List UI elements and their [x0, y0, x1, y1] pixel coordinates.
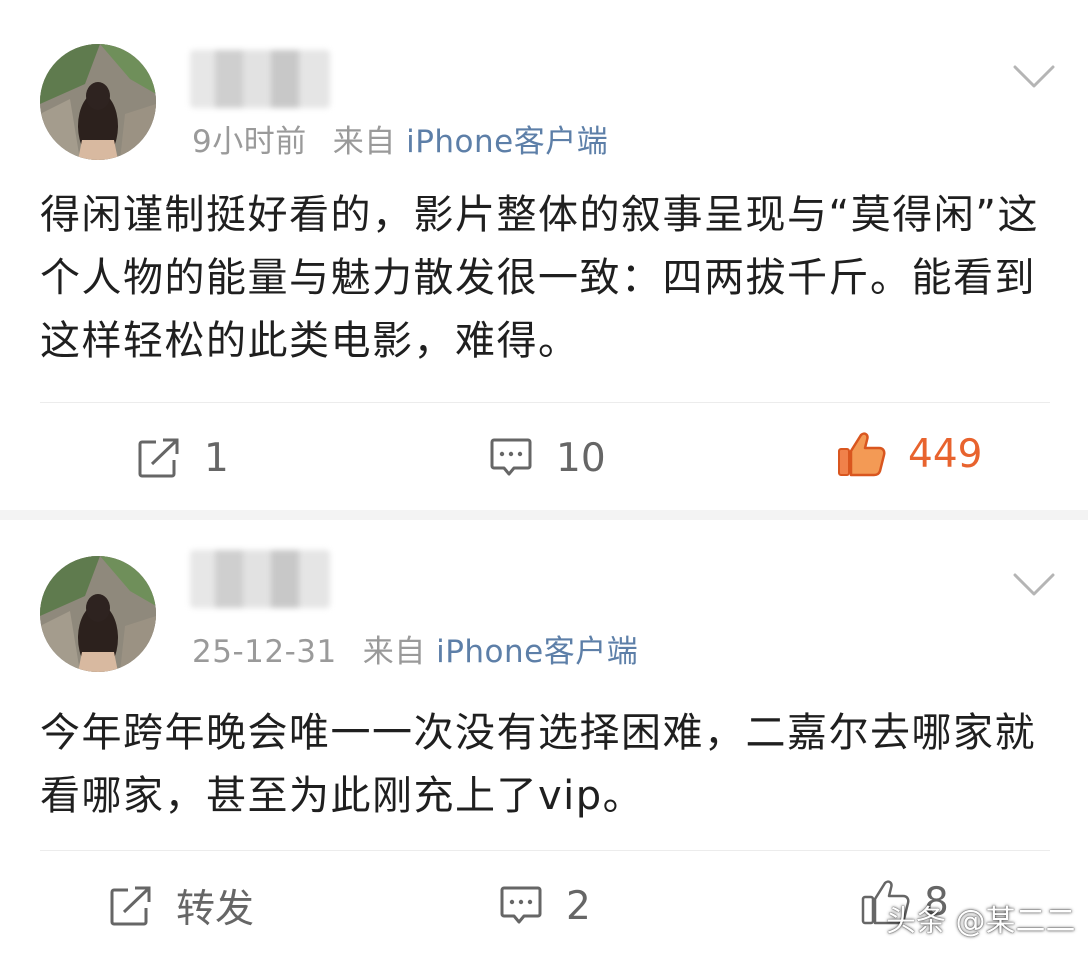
post-content: 今年跨年晚会唯一一次没有选择困难，二嘉尔去哪家就看哪家，甚至为此刚充上了vip。	[40, 710, 1036, 819]
repost-count: 1	[204, 435, 229, 481]
avatar[interactable]	[40, 44, 156, 160]
like-count: 449	[908, 431, 983, 477]
post-meta: 25-12-31 来自 iPhone客户端	[192, 626, 638, 671]
post-meta: 9小时前 来自 iPhone客户端	[192, 116, 608, 161]
source-link[interactable]: iPhone客户端	[436, 634, 638, 670]
repost-button[interactable]: 转发	[108, 876, 254, 936]
comment-icon	[490, 438, 532, 476]
post-separator	[0, 510, 1088, 520]
post-card: 9小时前 来自 iPhone客户端 得闲谨制挺好看的，影片整体的叙事呈现与“莫得闲…	[0, 0, 1088, 510]
post-time: 9小时前	[192, 124, 307, 160]
comment-icon	[500, 886, 542, 924]
divider	[40, 402, 1050, 403]
avatar-image	[40, 44, 156, 160]
source-prefix: 来自	[362, 634, 426, 670]
comment-count: 2	[566, 883, 591, 929]
share-icon	[110, 886, 151, 926]
chevron-down-icon[interactable]	[1012, 62, 1056, 92]
thumbs-up-icon	[838, 432, 886, 477]
username-blurred[interactable]	[190, 550, 330, 608]
username-blurred[interactable]	[190, 50, 330, 108]
divider	[40, 850, 1050, 851]
watermark: 头条 @某二二	[886, 904, 1076, 939]
comment-button[interactable]: 2	[498, 876, 591, 936]
comment-button[interactable]: 10	[488, 428, 606, 488]
post-card: 25-12-31 来自 iPhone客户端 今年跨年晚会唯一一次没有选择困难，二嘉…	[0, 520, 1088, 960]
repost-button[interactable]: 1	[136, 428, 229, 488]
source-prefix: 来自	[332, 124, 396, 160]
comment-count: 10	[556, 435, 606, 481]
chevron-down-icon[interactable]	[1012, 570, 1056, 600]
post-content: 得闲谨制挺好看的，影片整体的叙事呈现与“莫得闲”这个人物的能量与魅力散发很一致：…	[40, 192, 1039, 364]
source-link[interactable]: iPhone客户端	[406, 124, 608, 160]
post-time: 25-12-31	[192, 634, 337, 670]
share-icon	[138, 438, 179, 478]
avatar-image	[40, 556, 156, 672]
avatar[interactable]	[40, 556, 156, 672]
repost-label: 转发	[176, 887, 255, 932]
like-button[interactable]: 449	[836, 424, 982, 484]
